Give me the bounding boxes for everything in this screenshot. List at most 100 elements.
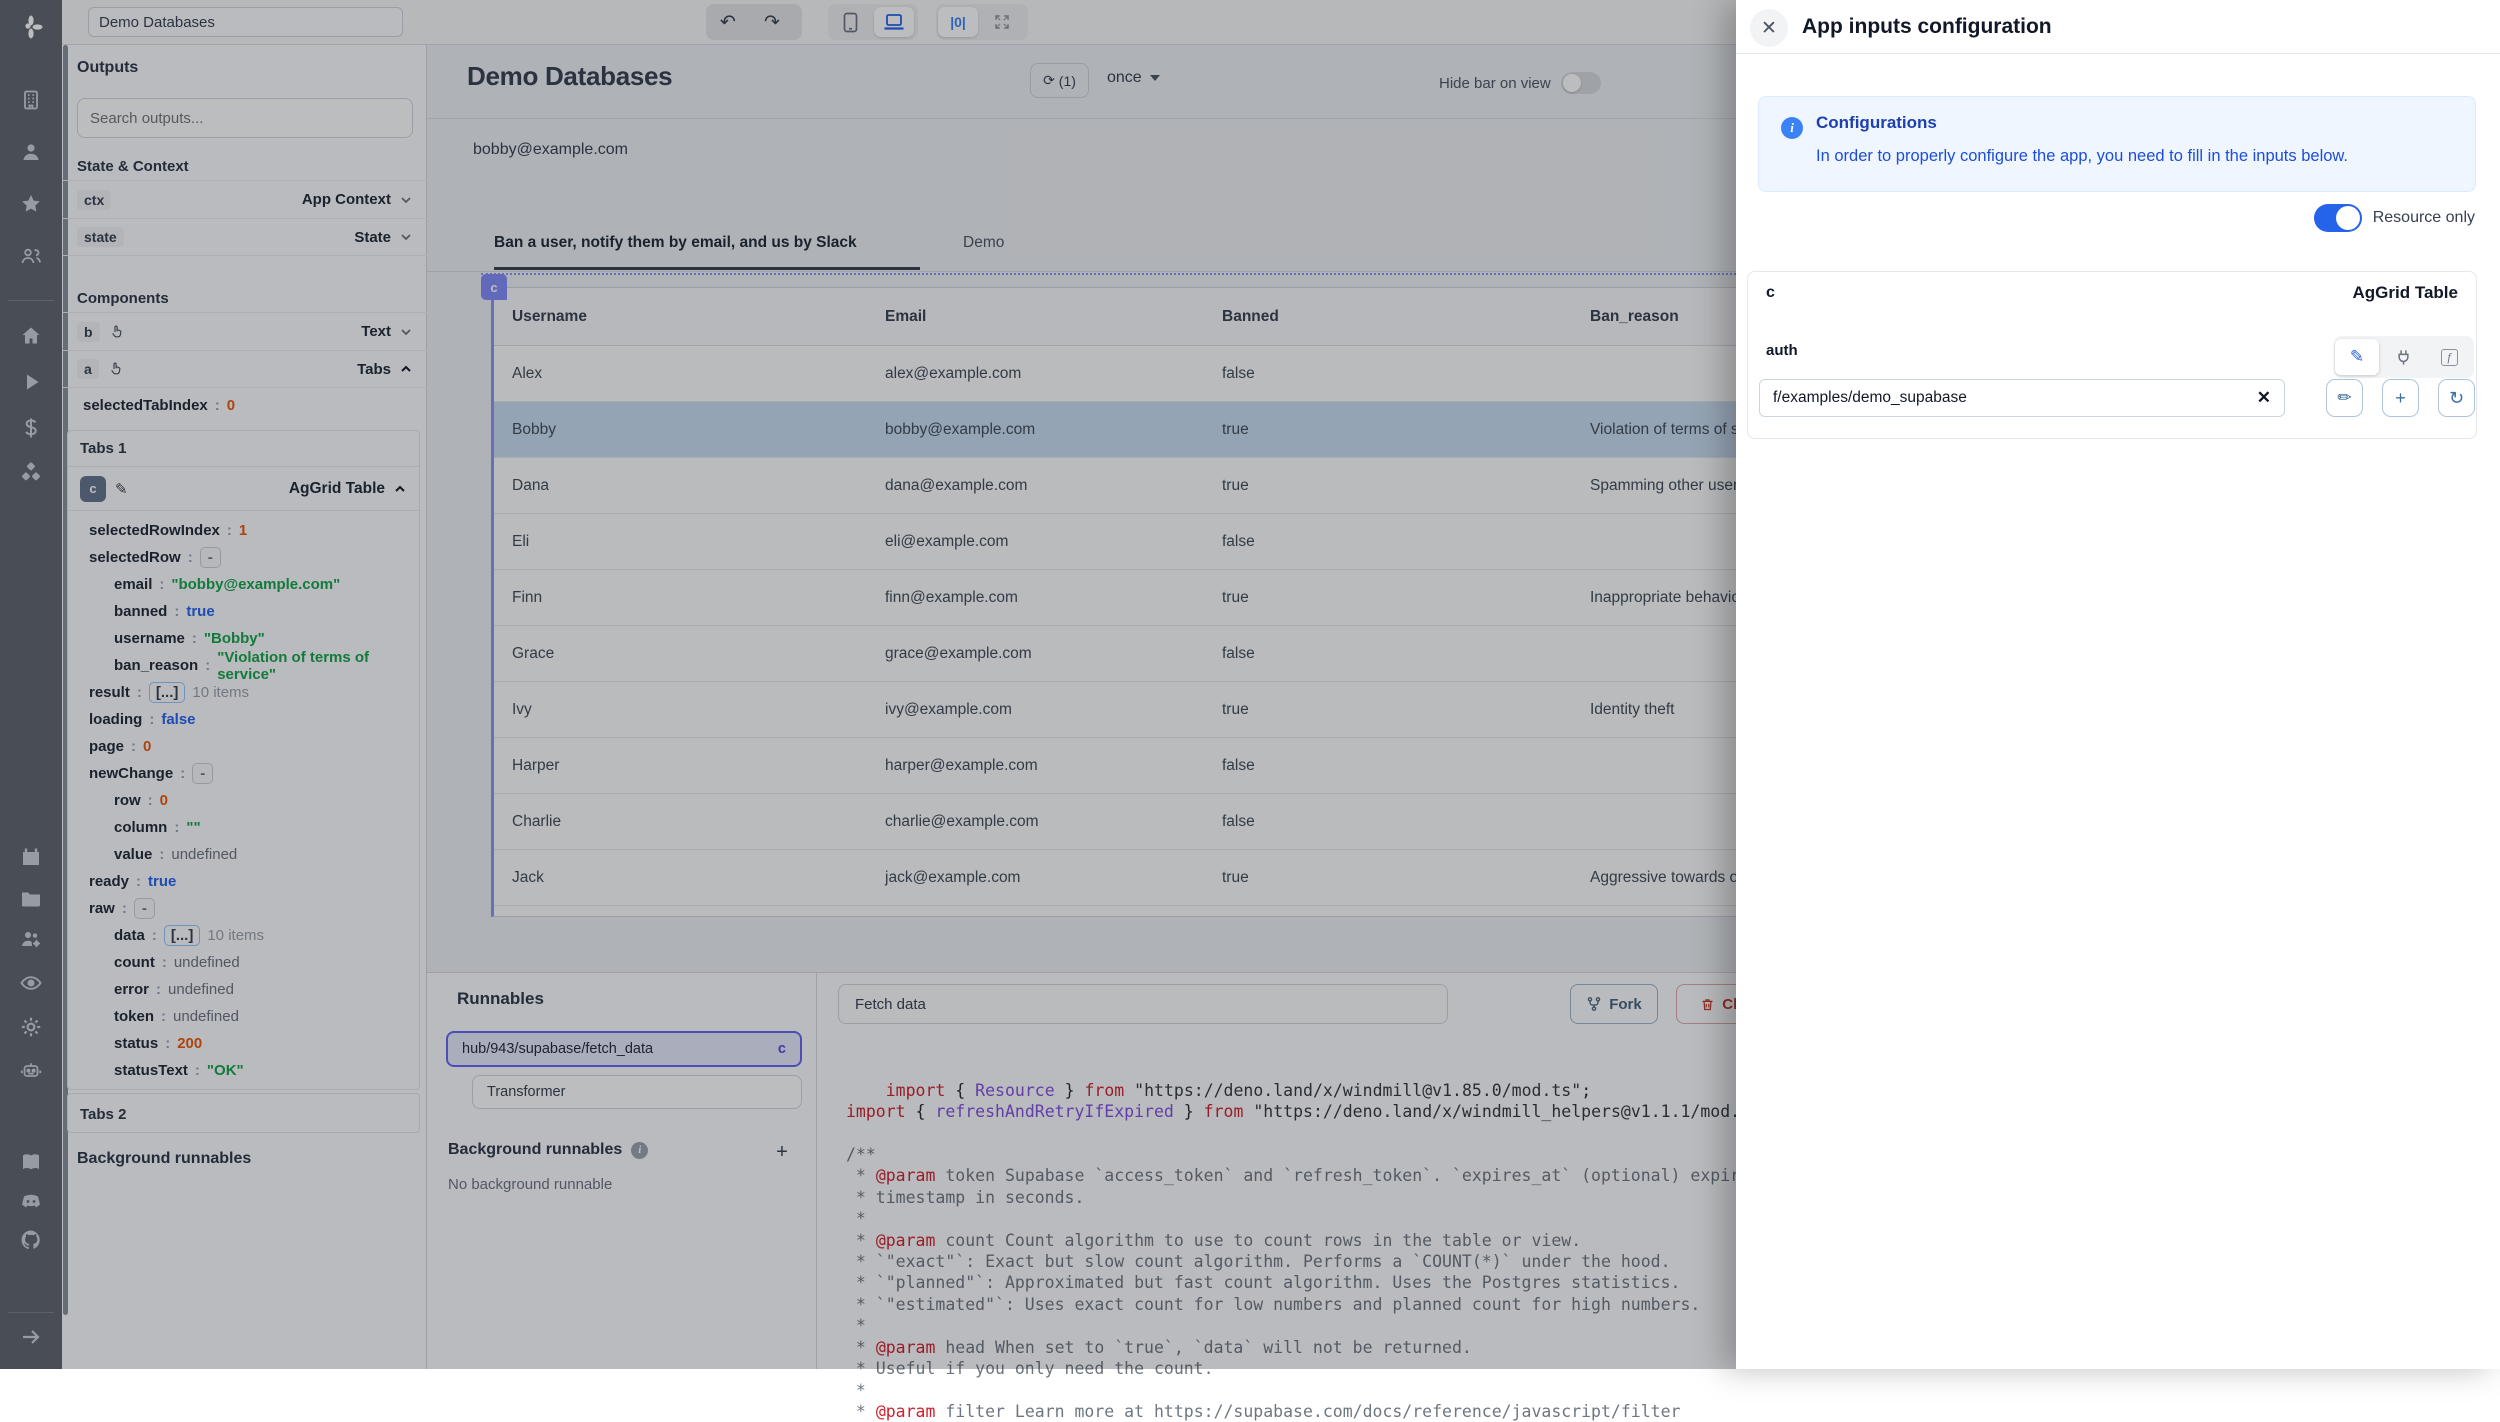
fullscreen-expand-icon[interactable] (980, 4, 1024, 40)
output-kv-row[interactable]: statusText: "OK" (68, 1057, 419, 1084)
code-token: * (846, 1338, 876, 1357)
schedules-calendar-icon[interactable] (18, 844, 44, 870)
text-component-email[interactable]: bobby@example.com (473, 141, 628, 159)
clear-x-icon[interactable]: ✕ (2257, 388, 2271, 408)
code-token: * (846, 1209, 866, 1228)
undo-icon[interactable]: ↶ (706, 4, 750, 40)
component-id-badge[interactable]: c (80, 476, 106, 502)
output-kv-row[interactable]: column: "" (68, 814, 419, 841)
edit-pencil-icon[interactable]: ✎ (115, 480, 128, 498)
runnable-item-transformer[interactable]: Transformer (472, 1075, 802, 1109)
component-row-b[interactable]: b Text (62, 312, 427, 350)
settings-gear-icon[interactable] (18, 1014, 44, 1040)
code-token: count Count algorithm to use to count ro… (935, 1231, 1581, 1250)
user-icon[interactable] (18, 139, 44, 165)
runnable-name-input[interactable]: Fetch data (838, 984, 1448, 1024)
cell-username: Grace (512, 645, 885, 663)
chevron-down-icon[interactable] (399, 193, 413, 207)
chevron-down-icon[interactable] (399, 325, 413, 339)
variables-dollar-icon[interactable] (18, 415, 44, 441)
selected-component-tag[interactable]: c (481, 274, 507, 300)
runnable-item-selected[interactable]: hub/943/supabase/fetch_data c (446, 1031, 802, 1067)
audit-eye-icon[interactable] (18, 970, 44, 996)
output-row-ctx[interactable]: ctx App Context (62, 180, 427, 218)
output-kv-row[interactable]: banned: true (68, 598, 419, 625)
fork-button[interactable]: Fork (1570, 984, 1658, 1024)
desktop-view-icon[interactable] (874, 7, 914, 37)
add-resource-button[interactable]: + (2382, 379, 2419, 417)
output-kv-row[interactable]: email: "bobby@example.com" (68, 571, 419, 598)
connect-plug-icon[interactable] (2380, 336, 2426, 378)
chevron-up-icon[interactable] (399, 362, 413, 376)
refresh-resource-button[interactable]: ↻ (2438, 379, 2475, 417)
output-kv-row[interactable]: value: undefined (68, 841, 419, 868)
resources-cubes-icon[interactable] (18, 459, 44, 485)
cell-banned: false (1222, 365, 1590, 383)
edit-resource-button[interactable]: ✏ (2326, 379, 2363, 417)
chevron-down-icon[interactable] (399, 230, 413, 244)
github-icon[interactable] (18, 1227, 44, 1253)
output-kv-row[interactable]: data: [...] 10 items (68, 922, 419, 949)
close-icon[interactable]: ✕ (1750, 9, 1788, 47)
tab-ban-user[interactable]: Ban a user, notify them by email, and us… (494, 234, 857, 252)
tabs2-section[interactable]: Tabs 2 (67, 1093, 420, 1133)
output-kv-row[interactable]: ready: true (68, 868, 419, 895)
output-kv-row[interactable]: raw: - (68, 895, 419, 922)
chevron-up-icon[interactable] (393, 482, 407, 496)
tabs1-title[interactable]: Tabs 1 (68, 431, 419, 467)
favorites-star-icon[interactable] (18, 191, 44, 217)
eval-function-icon[interactable]: f (2426, 336, 2472, 378)
resource-path-input[interactable]: f/examples/demo_supabase ✕ (1759, 379, 2285, 417)
cell-username: Jack (512, 869, 885, 887)
static-mode-pencil-icon[interactable]: ✎ (2335, 339, 2379, 375)
col-banned[interactable]: Banned (1222, 308, 1590, 326)
output-kv-row[interactable]: loading: false (68, 706, 419, 733)
output-kv-row[interactable]: row: 0 (68, 787, 419, 814)
output-kv-row[interactable]: ban_reason: "Violation of terms of servi… (68, 652, 419, 679)
workspace-building-icon[interactable] (18, 87, 44, 113)
app-title-input[interactable] (88, 7, 403, 37)
col-email[interactable]: Email (885, 308, 1222, 326)
cell-banned: true (1222, 701, 1590, 719)
mobile-view-icon[interactable] (828, 4, 872, 40)
windmill-logo-icon[interactable] (18, 14, 44, 40)
output-kv-row[interactable]: count: undefined (68, 949, 419, 976)
output-kv-row[interactable]: token: undefined (68, 1003, 419, 1030)
output-kv-row[interactable]: newChange: - (68, 760, 419, 787)
tabs1-component-row[interactable]: c ✎ AgGrid Table (68, 467, 419, 511)
cell-username: Ivy (512, 701, 885, 719)
tab-demo[interactable]: Demo (963, 234, 1004, 252)
output-kv-row[interactable]: page: 0 (68, 733, 419, 760)
groups-admin-icon[interactable] (18, 926, 44, 952)
redo-icon[interactable]: ↷ (750, 4, 794, 40)
component-row-a[interactable]: a Tabs (62, 350, 427, 388)
col-username[interactable]: Username (512, 308, 885, 326)
selected-tab-index-row[interactable]: selectedTabIndex: 0 (62, 392, 427, 419)
output-kv-row[interactable]: selectedRowIndex: 1 (68, 517, 419, 544)
app-inputs-drawer: ✕ App inputs configuration i Configurati… (1736, 0, 2500, 1369)
pointer-hand-icon (109, 324, 125, 340)
output-row-state[interactable]: state State (62, 218, 427, 256)
component-type: AgGrid Table (2353, 283, 2458, 303)
output-kv-row[interactable]: result: [...] 10 items (68, 679, 419, 706)
add-background-runnable-button[interactable]: + (764, 1134, 800, 1170)
app-heading: Demo Databases (467, 61, 672, 92)
ai-robot-icon[interactable] (18, 1057, 44, 1083)
center-align-icon[interactable]: |0| (938, 7, 978, 37)
hide-bar-toggle[interactable] (1561, 72, 1601, 94)
docs-book-icon[interactable] (18, 1149, 44, 1175)
user-group-icon[interactable] (18, 243, 44, 269)
home-icon[interactable] (18, 323, 44, 349)
folders-icon[interactable] (18, 885, 44, 911)
search-outputs-input[interactable] (77, 98, 413, 138)
run-mode-dropdown[interactable]: once (1107, 69, 1160, 87)
refresh-button[interactable]: ⟳ (1) (1030, 63, 1089, 98)
collapse-arrow-right-icon[interactable] (18, 1324, 44, 1350)
output-kv-row[interactable]: status: 200 (68, 1030, 419, 1057)
cell-username: Dana (512, 477, 885, 495)
output-kv-row[interactable]: error: undefined (68, 976, 419, 1003)
output-kv-row[interactable]: selectedRow: - (68, 544, 419, 571)
resource-only-toggle[interactable] (2314, 204, 2362, 232)
discord-icon[interactable] (18, 1188, 44, 1214)
runs-play-icon[interactable] (18, 369, 44, 395)
